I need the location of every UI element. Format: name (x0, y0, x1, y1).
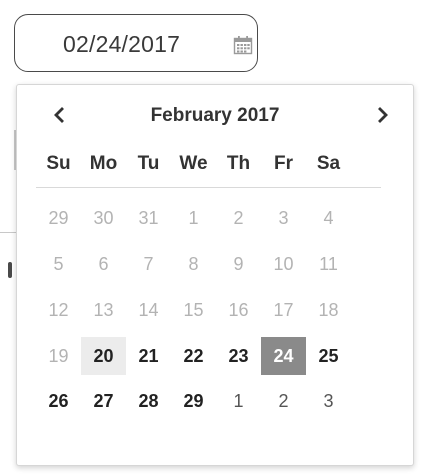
weekday-label: Su (46, 153, 71, 174)
date-input-value: 02/24/2017 (63, 31, 181, 57)
weekday-label: Sa (316, 153, 341, 174)
day-cell[interactable]: 10 (261, 245, 306, 283)
day-cell[interactable]: 12 (36, 291, 81, 329)
weekday-label: Fr (274, 153, 293, 174)
day-cell[interactable]: 18 (306, 291, 351, 329)
background-fragment (8, 262, 12, 278)
day-cell[interactable]: 25 (306, 337, 351, 375)
date-input[interactable]: 02/24/2017 (14, 14, 258, 72)
weekday-label: Tu (137, 153, 160, 174)
day-cell[interactable]: 8 (171, 245, 216, 283)
day-cell[interactable]: 29 (36, 199, 81, 237)
datepicker-popup: February 2017 Su Mo Tu We Th Fr Sa 29 30 3… (16, 84, 414, 466)
day-cell[interactable]: 6 (81, 245, 126, 283)
day-cell[interactable]: 23 (216, 337, 261, 375)
day-cell[interactable]: 31 (126, 199, 171, 237)
day-cell[interactable]: 11 (306, 245, 351, 283)
week-row: 12 13 14 15 16 17 18 (36, 291, 351, 329)
day-cell[interactable]: 7 (126, 245, 171, 283)
day-cell[interactable]: 5 (36, 245, 81, 283)
week-row: 5 6 7 8 9 10 11 (36, 245, 351, 283)
day-cell-selected[interactable]: 24 (261, 337, 306, 375)
day-cell[interactable]: 30 (81, 199, 126, 237)
weekday-label: We (179, 153, 208, 174)
day-cell[interactable]: 3 (306, 382, 351, 420)
weekday-label: Mo (89, 153, 118, 174)
day-cell[interactable]: 14 (126, 291, 171, 329)
day-cell[interactable]: 2 (216, 199, 261, 237)
day-cell[interactable]: 16 (216, 291, 261, 329)
week-row: 26 27 28 29 1 2 3 (36, 382, 351, 420)
day-cell[interactable]: 17 (261, 291, 306, 329)
day-cell[interactable]: 22 (171, 337, 216, 375)
day-cell[interactable]: 27 (81, 382, 126, 420)
weekday-label: Th (226, 153, 251, 174)
week-row: 29 30 31 1 2 3 4 (36, 199, 351, 237)
day-cell[interactable]: 3 (261, 199, 306, 237)
chevron-right-icon (378, 107, 388, 123)
day-cell[interactable]: 1 (171, 199, 216, 237)
day-cell[interactable]: 26 (36, 382, 81, 420)
day-cell[interactable]: 21 (126, 337, 171, 375)
day-cell[interactable]: 20 (81, 337, 126, 375)
day-cell[interactable]: 28 (126, 382, 171, 420)
week-row: 19 20 21 22 23 24 25 (36, 337, 351, 375)
day-cell[interactable]: 1 (216, 382, 261, 420)
day-cell[interactable]: 29 (171, 382, 216, 420)
weekday-header: Su Mo Tu We Th Fr Sa (36, 153, 351, 175)
day-cell[interactable]: 4 (306, 199, 351, 237)
calendar-icon[interactable] (233, 35, 253, 55)
day-cell[interactable]: 15 (171, 291, 216, 329)
day-cell[interactable]: 13 (81, 291, 126, 329)
month-title: February 2017 (150, 105, 280, 126)
next-month-button[interactable] (369, 101, 397, 129)
day-cell[interactable]: 19 (36, 337, 81, 375)
weekday-divider (36, 187, 381, 188)
day-cell[interactable]: 2 (261, 382, 306, 420)
day-cell[interactable]: 9 (216, 245, 261, 283)
background-line (0, 232, 16, 233)
